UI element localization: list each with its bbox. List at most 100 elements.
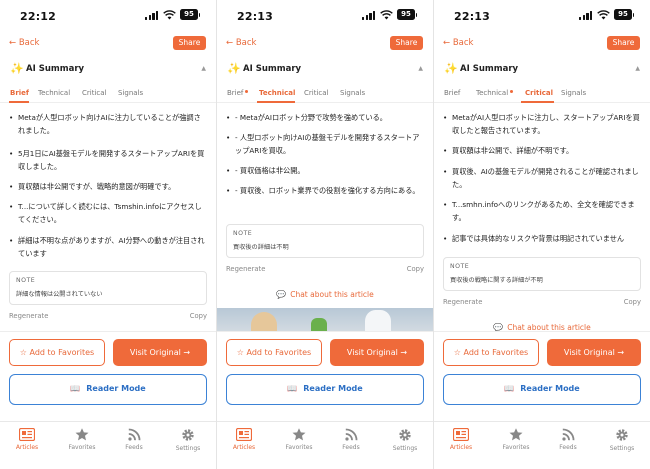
regenerate-button[interactable]: Regenerate — [9, 312, 48, 320]
gear-icon — [182, 429, 194, 441]
book-icon: 📖 — [70, 384, 81, 393]
tab-critical[interactable]: Critical — [525, 89, 553, 97]
summary-tabs: Brief Technical Critical Signals — [434, 85, 650, 103]
star-icon — [75, 428, 89, 441]
status-bar: 22:13 95 — [434, 0, 650, 32]
tab-critical[interactable]: Critical — [304, 89, 328, 97]
collapse-caret-icon[interactable]: ▲ — [418, 65, 423, 72]
rss-icon — [344, 428, 357, 441]
star-icon — [292, 428, 306, 441]
copy-button[interactable]: Copy — [407, 265, 424, 273]
status-bar: 22:13 95 — [217, 0, 433, 32]
wifi-icon — [163, 10, 176, 20]
collapse-caret-icon[interactable]: ▲ — [635, 65, 640, 72]
copy-button[interactable]: Copy — [190, 312, 207, 320]
bottom-tab-bar: Articles Favorites Feeds Settings — [217, 421, 433, 469]
nav-bar: ← Back Share — [217, 32, 433, 54]
add-to-favorites-button[interactable]: ☆ Add to Favorites — [226, 339, 322, 366]
phone-screen-critical: 22:13 95 ← Back Share ✨ AI Summary ▲ Bri… — [434, 0, 650, 469]
tabbar-feeds[interactable]: Feeds — [331, 428, 371, 451]
back-button[interactable]: ← Back — [9, 38, 39, 48]
note-label: NOTE — [450, 263, 470, 270]
collapse-caret-icon[interactable]: ▲ — [201, 65, 206, 72]
chat-about-article-button[interactable]: 💬 Chat about this article — [217, 290, 433, 299]
ai-summary-header[interactable]: ✨ AI Summary ▲ — [434, 60, 650, 78]
tab-brief[interactable]: Brief — [444, 89, 460, 97]
tab-technical[interactable]: Technical — [259, 89, 295, 97]
summary-bullet: 買収額は非公開で、詳細が不明です。 — [443, 144, 641, 157]
visit-original-button[interactable]: Visit Original → — [113, 339, 207, 366]
tabbar-settings[interactable]: Settings — [385, 428, 425, 452]
share-button[interactable]: Share — [607, 36, 640, 50]
tab-critical[interactable]: Critical — [82, 89, 106, 97]
tabbar-favorites[interactable]: Favorites — [279, 428, 319, 451]
summary-bullet: - 人型ロボット向けAIの基盤モデルを開発するスタートアップARIを買収。 — [226, 131, 424, 157]
summary-meta-row: Regenerate Copy — [443, 298, 641, 308]
unread-dot — [245, 90, 249, 93]
add-to-favorites-button[interactable]: ☆ Add to Favorites — [443, 339, 539, 366]
article-actions: ☆ Add to Favorites Visit Original → 📖 Rea… — [217, 331, 433, 421]
reader-mode-button[interactable]: 📖 Reader Mode — [9, 374, 207, 405]
share-button[interactable]: Share — [173, 36, 206, 50]
share-button[interactable]: Share — [390, 36, 423, 50]
status-time: 22:13 — [237, 10, 274, 23]
bottom-tab-bar: Articles Favorites Feeds Settings — [434, 421, 650, 469]
tabbar-feeds[interactable]: Feeds — [114, 428, 154, 451]
rss-icon — [127, 428, 140, 441]
tabbar-feeds[interactable]: Feeds — [548, 428, 588, 451]
tabbar-favorites[interactable]: Favorites — [496, 428, 536, 451]
tab-signals[interactable]: Signals — [118, 89, 143, 97]
summary-meta-row: Regenerate Copy — [9, 312, 207, 322]
ai-summary-title: AI Summary — [26, 64, 85, 74]
rss-icon — [561, 428, 574, 441]
sparkle-icon: ✨ — [444, 62, 458, 75]
summary-tabs: Brief Technical Critical Signals — [217, 85, 433, 103]
status-bar: 22:12 95 — [0, 0, 216, 32]
ai-summary-header[interactable]: ✨ AI Summary ▲ — [217, 60, 433, 78]
tabbar-settings[interactable]: Settings — [602, 428, 642, 452]
visit-original-button[interactable]: Visit Original → — [547, 339, 641, 366]
tabbar-settings[interactable]: Settings — [168, 428, 208, 452]
gear-icon — [616, 429, 628, 441]
newspaper-icon — [453, 428, 469, 441]
tabbar-favorites[interactable]: Favorites — [62, 428, 102, 451]
sparkle-icon: ✨ — [10, 62, 24, 75]
note-box: NOTE 詳細な情報は公開されていない — [9, 271, 207, 305]
tab-technical[interactable]: Technical — [38, 89, 70, 97]
note-text: 買収後の詳細は不明 — [233, 244, 289, 251]
newspaper-icon — [19, 428, 35, 441]
tab-signals[interactable]: Signals — [340, 89, 365, 97]
summary-tabs: Brief Technical Critical Signals — [0, 85, 216, 103]
sparkle-icon: ✨ — [227, 62, 241, 75]
note-box: NOTE 買収後の詳細は不明 — [226, 224, 424, 258]
tab-brief[interactable]: Brief — [10, 89, 29, 97]
wifi-icon — [380, 10, 393, 20]
ai-summary-header[interactable]: ✨ AI Summary ▲ — [0, 60, 216, 78]
add-to-favorites-button[interactable]: ☆ Add to Favorites — [9, 339, 105, 366]
reader-mode-button[interactable]: 📖 Reader Mode — [226, 374, 424, 405]
chat-bubble-icon: 💬 — [276, 290, 287, 299]
tab-signals[interactable]: Signals — [561, 89, 586, 97]
tabbar-articles[interactable]: Articles — [7, 428, 47, 451]
back-button[interactable]: ← Back — [443, 38, 473, 48]
summary-bullet: - 買収後、ロボット業界での役割を強化する方向にある。 — [226, 184, 424, 197]
regenerate-button[interactable]: Regenerate — [226, 265, 265, 273]
note-label: NOTE — [16, 277, 36, 284]
tabbar-articles[interactable]: Articles — [441, 428, 481, 451]
tabbar-articles[interactable]: Articles — [224, 428, 264, 451]
copy-button[interactable]: Copy — [624, 298, 641, 306]
note-text: 詳細な情報は公開されていない — [16, 291, 103, 298]
note-label: NOTE — [233, 230, 253, 237]
reader-mode-button[interactable]: 📖 Reader Mode — [443, 374, 641, 405]
newspaper-icon — [236, 428, 252, 441]
visit-original-button[interactable]: Visit Original → — [330, 339, 424, 366]
regenerate-button[interactable]: Regenerate — [443, 298, 482, 306]
back-button[interactable]: ← Back — [226, 38, 256, 48]
summary-bullet: T...smhn.infoへのリンクがあるため、全文を確認できます。 — [443, 198, 641, 224]
book-icon: 📖 — [287, 384, 298, 393]
tab-technical[interactable]: Technical — [476, 89, 514, 97]
summary-bullet: 5月1日にAI基盤モデルを開発するスタートアップARIを買収しました。 — [9, 147, 207, 173]
active-tab-indicator — [9, 101, 29, 103]
summary-meta-row: Regenerate Copy — [226, 265, 424, 275]
tab-brief[interactable]: Brief — [227, 89, 249, 97]
